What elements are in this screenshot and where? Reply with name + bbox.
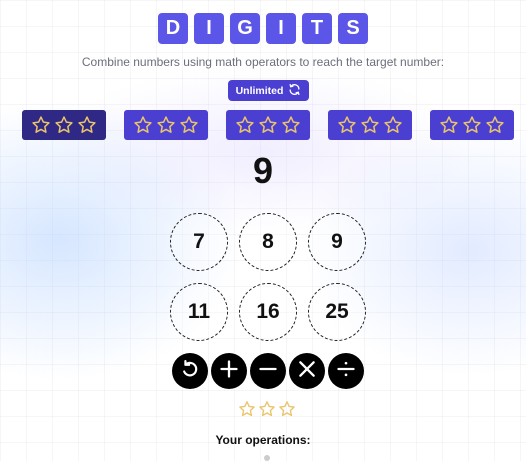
star-icon bbox=[485, 115, 505, 135]
star-icon bbox=[238, 400, 256, 418]
undo-button[interactable] bbox=[172, 353, 208, 389]
game-title: D I G I T S bbox=[0, 13, 526, 44]
star-icon bbox=[360, 115, 380, 135]
star-icon bbox=[281, 115, 301, 135]
divide-button[interactable] bbox=[328, 353, 364, 389]
star-icon bbox=[258, 400, 276, 418]
number-tile[interactable]: 25 bbox=[308, 283, 366, 341]
star-icon bbox=[278, 400, 296, 418]
mode-label: Unlimited bbox=[235, 84, 284, 97]
level-button-1[interactable] bbox=[22, 110, 106, 140]
star-icon bbox=[337, 115, 357, 135]
divide-icon bbox=[336, 359, 356, 384]
level-selector bbox=[22, 110, 515, 140]
level-button-4[interactable] bbox=[328, 110, 412, 140]
level-button-2[interactable] bbox=[124, 110, 208, 140]
star-icon bbox=[439, 115, 459, 135]
star-icon bbox=[179, 115, 199, 135]
undo-icon bbox=[180, 359, 200, 384]
number-tile[interactable]: 11 bbox=[170, 283, 228, 341]
star-icon bbox=[462, 115, 482, 135]
operations-placeholder-dot bbox=[264, 455, 270, 461]
title-tile: G bbox=[230, 13, 260, 44]
add-button[interactable] bbox=[211, 353, 247, 389]
subtract-button[interactable] bbox=[250, 353, 286, 389]
number-tile[interactable]: 16 bbox=[239, 283, 297, 341]
star-icon bbox=[383, 115, 403, 135]
times-icon bbox=[297, 359, 317, 384]
star-icon bbox=[31, 115, 51, 135]
minus-icon bbox=[258, 359, 278, 384]
title-tile: I bbox=[266, 13, 296, 44]
refresh-icon bbox=[288, 83, 301, 99]
level-button-5[interactable] bbox=[430, 110, 514, 140]
title-tile: T bbox=[302, 13, 332, 44]
operations-heading: Your operations: bbox=[215, 433, 311, 447]
number-tile[interactable]: 7 bbox=[170, 213, 228, 271]
star-icon bbox=[258, 115, 278, 135]
star-icon bbox=[54, 115, 74, 135]
target-number: 9 bbox=[252, 150, 274, 191]
plus-icon bbox=[219, 359, 239, 384]
star-icon bbox=[77, 115, 97, 135]
title-tile: S bbox=[338, 13, 368, 44]
number-tile[interactable]: 9 bbox=[308, 213, 366, 271]
level-button-3[interactable] bbox=[226, 110, 310, 140]
title-tile: I bbox=[194, 13, 224, 44]
number-tile[interactable]: 8 bbox=[239, 213, 297, 271]
unlimited-mode-button[interactable]: Unlimited bbox=[228, 80, 309, 101]
multiply-button[interactable] bbox=[289, 353, 325, 389]
star-icon bbox=[235, 115, 255, 135]
star-icon bbox=[133, 115, 153, 135]
instructions-text: Combine numbers using math operators to … bbox=[81, 55, 445, 69]
result-stars bbox=[238, 400, 296, 418]
star-icon bbox=[156, 115, 176, 135]
title-tile: D bbox=[158, 13, 188, 44]
